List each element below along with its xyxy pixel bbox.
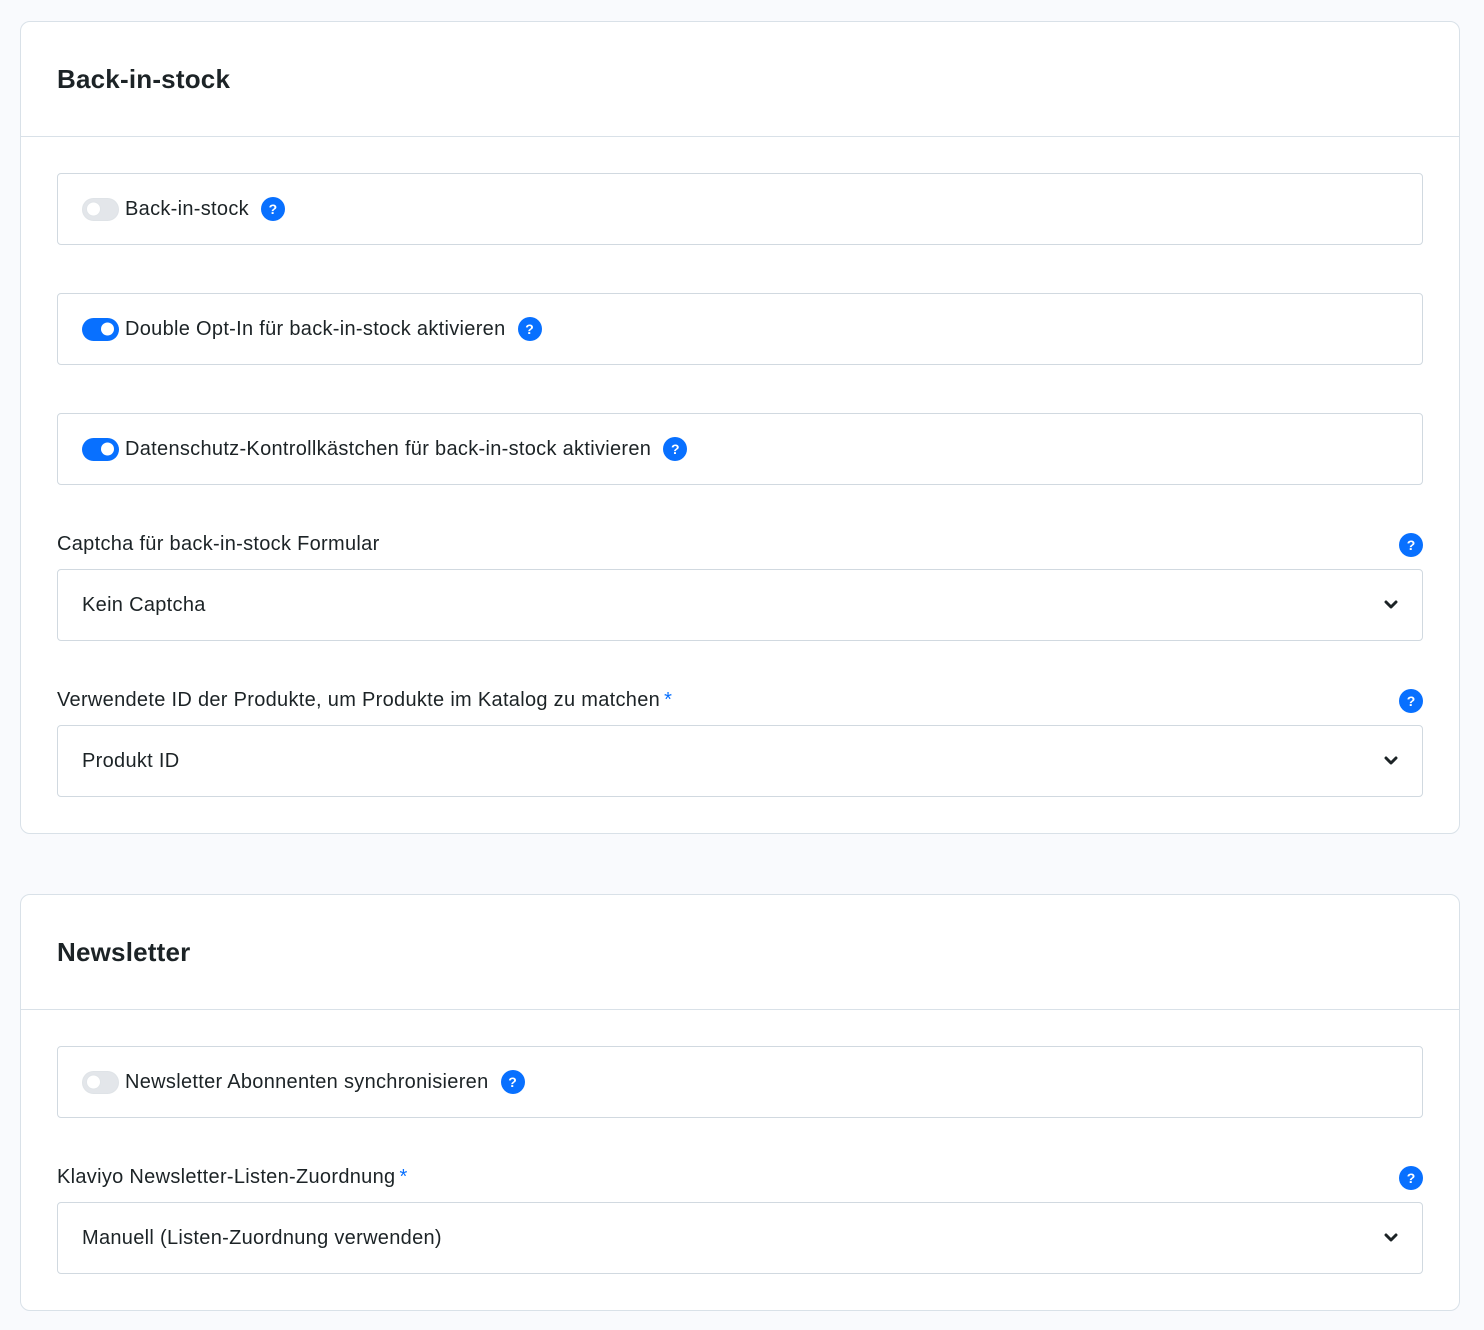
double-opt-in-switch-field: Double Opt-In für back-in-stock aktivier… [57,293,1423,365]
help-question-icon[interactable]: ? [517,317,542,341]
help-question-icon[interactable]: ? [1399,1166,1423,1190]
back-in-stock-toggle[interactable] [82,197,119,221]
privacy-checkbox-toggle-label[interactable]: Datenschutz-Kontrollkästchen für back-in… [125,438,651,461]
captcha-select[interactable]: Kein Captcha [57,569,1423,641]
toggle-knob [87,1075,100,1089]
back-in-stock-card-header: Back-in-stock [21,22,1459,137]
help-question-icon[interactable]: ? [500,1070,525,1094]
captcha-label: Captcha für back-in-stock Formular [57,533,380,555]
newsletter-card-header: Newsletter [21,895,1459,1010]
toggle-knob [101,322,114,336]
sync-subscribers-toggle-label[interactable]: Newsletter Abonnenten synchronisieren [125,1071,489,1094]
sync-subscribers-switch-field: Newsletter Abonnenten synchronisieren ? [57,1046,1423,1118]
product-id-select[interactable]: Produkt ID [57,725,1423,797]
back-in-stock-toggle-label[interactable]: Back-in-stock [125,198,249,221]
help-question-icon[interactable]: ? [1399,689,1423,713]
chevron-down-icon [1384,756,1398,765]
help-question-icon[interactable]: ? [1399,533,1423,557]
help-question-icon[interactable]: ? [260,197,285,221]
back-in-stock-card: Back-in-stock Back-in-stock ? Double Opt… [20,21,1460,834]
required-marker: * [664,689,673,711]
toggle-knob [87,202,100,216]
product-id-select-value: Produkt ID [82,749,180,772]
captcha-select-value: Kein Captcha [82,593,206,616]
double-opt-in-toggle-label[interactable]: Double Opt-In für back-in-stock aktivier… [125,318,506,341]
list-mapping-label: Klaviyo Newsletter-Listen-Zuordnung * [57,1166,408,1189]
sync-subscribers-toggle[interactable] [82,1070,119,1094]
newsletter-title: Newsletter [57,936,191,967]
chevron-down-icon [1384,600,1398,609]
toggle-knob [101,442,114,456]
double-opt-in-toggle[interactable] [82,317,119,341]
back-in-stock-switch-field: Back-in-stock ? [57,173,1423,245]
product-id-label-text: Verwendete ID der Produkte, um Produkte … [57,689,661,711]
back-in-stock-title: Back-in-stock [57,63,231,94]
required-marker: * [399,1166,408,1188]
newsletter-card: Newsletter Newsletter Abonnenten synchro… [20,894,1460,1311]
privacy-checkbox-switch-field: Datenschutz-Kontrollkästchen für back-in… [57,413,1423,485]
help-question-icon[interactable]: ? [663,437,688,461]
product-id-label: Verwendete ID der Produkte, um Produkte … [57,689,672,712]
list-mapping-label-text: Klaviyo Newsletter-Listen-Zuordnung [57,1166,396,1188]
list-mapping-select-value: Manuell (Listen-Zuordnung verwenden) [82,1226,442,1249]
list-mapping-select[interactable]: Manuell (Listen-Zuordnung verwenden) [57,1202,1423,1274]
privacy-checkbox-toggle[interactable] [82,437,119,461]
chevron-down-icon [1384,1233,1398,1242]
